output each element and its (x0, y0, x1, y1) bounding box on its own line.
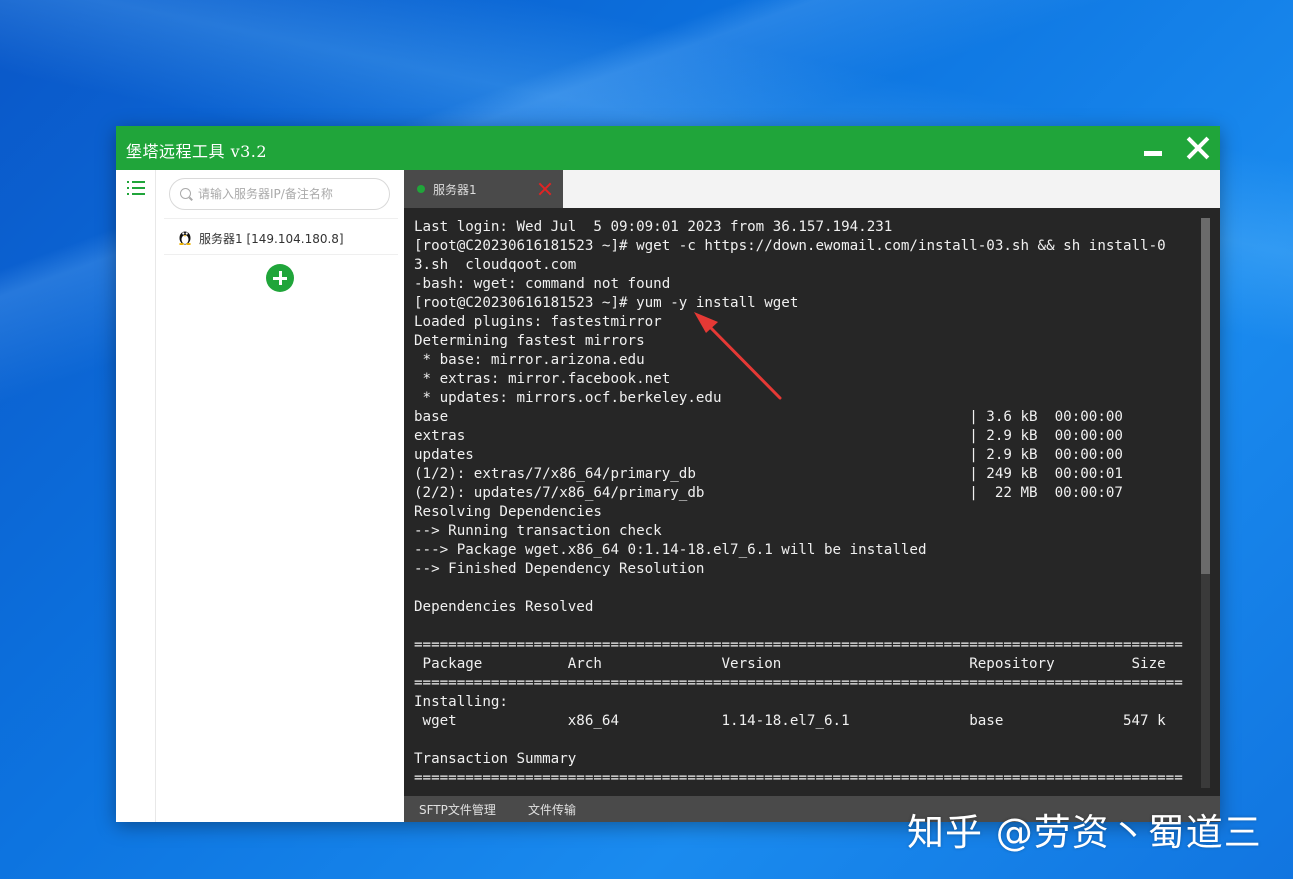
tab-close-icon[interactable] (538, 182, 552, 196)
terminal-line: (1/2): extras/7/x86_64/primary_db | 249 … (414, 465, 1194, 484)
terminal-line: * updates: mirrors.ocf.berkeley.edu (414, 389, 1194, 408)
terminal-line: base | 3.6 kB 00:00:00 (414, 408, 1194, 427)
tab-server-1[interactable]: 服务器1 (404, 170, 563, 208)
divider (164, 254, 398, 255)
left-rail (116, 170, 156, 822)
terminal-line: Loaded plugins: fastestmirror (414, 313, 1194, 332)
terminal-line: [root@C20230616181523 ~]# yum -y install… (414, 294, 1194, 313)
terminal-line: * base: mirror.arizona.edu (414, 351, 1194, 370)
connected-status-icon (417, 185, 425, 193)
terminal-line: updates | 2.9 kB 00:00:00 (414, 446, 1194, 465)
terminal-line: * extras: mirror.facebook.net (414, 370, 1194, 389)
terminal-line (414, 731, 1194, 750)
terminal-line: (2/2): updates/7/x86_64/primary_db | 22 … (414, 484, 1194, 503)
list-menu-icon[interactable] (127, 180, 145, 196)
linux-penguin-icon (178, 229, 192, 245)
watermark: 知乎 @劳资丶蜀道三 (907, 802, 1262, 856)
terminal-line: 3.sh cloudqoot.com (414, 256, 1194, 275)
terminal-line: Transaction Summary (414, 750, 1194, 769)
tab-strip: 服务器1 (404, 170, 1220, 208)
tab-label: 服务器1 (433, 181, 477, 198)
file-transfer-link[interactable]: 文件传输 (528, 801, 576, 818)
terminal-line: ========================================… (414, 769, 1194, 788)
terminal-line: Dependencies Resolved (414, 598, 1194, 617)
close-button[interactable] (1182, 132, 1214, 164)
minimize-button[interactable] (1140, 136, 1166, 162)
terminal-line: -bash: wget: command not found (414, 275, 1194, 294)
scrollbar-thumb[interactable] (1201, 218, 1210, 574)
search-icon (180, 188, 191, 199)
sftp-file-manager-link[interactable]: SFTP文件管理 (419, 801, 496, 818)
server-label: 服务器1 [149.104.180.8] (199, 230, 344, 247)
terminal-text: Last login: Wed Jul 5 09:09:01 2023 from… (414, 218, 1194, 788)
title-bar[interactable]: 堡塔远程工具 v3.2 (116, 126, 1220, 170)
terminal-line (414, 617, 1194, 636)
terminal-line: Resolving Dependencies (414, 503, 1194, 522)
divider (164, 218, 398, 219)
add-server-button[interactable] (266, 264, 294, 292)
search-input[interactable] (198, 183, 383, 205)
terminal-line: extras | 2.9 kB 00:00:00 (414, 427, 1194, 446)
terminal-line (414, 579, 1194, 598)
window-title: 堡塔远程工具 v3.2 (126, 138, 267, 162)
server-list-item[interactable]: 服务器1 [149.104.180.8] (164, 220, 398, 254)
terminal-line: [root@C20230616181523 ~]# wget -c https:… (414, 237, 1194, 256)
terminal-line: ---> Package wget.x86_64 0:1.14-18.el7_6… (414, 541, 1194, 560)
terminal-line: Installing: (414, 693, 1194, 712)
terminal-line: Determining fastest mirrors (414, 332, 1194, 351)
terminal-line: --> Running transaction check (414, 522, 1194, 541)
terminal-line: ========================================… (414, 674, 1194, 693)
server-search[interactable] (169, 178, 390, 210)
terminal-line: Last login: Wed Jul 5 09:09:01 2023 from… (414, 218, 1194, 237)
main-panel: 服务器1 Last login: Wed Jul 5 09:09:01 2023… (404, 170, 1220, 822)
terminal-line: wget x86_64 1.14-18.el7_6.1 base 547 k (414, 712, 1194, 731)
app-window: 堡塔远程工具 v3.2 服务器1 [149.104.18 (116, 126, 1220, 822)
terminal-output[interactable]: Last login: Wed Jul 5 09:09:01 2023 from… (404, 208, 1220, 796)
terminal-line: --> Finished Dependency Resolution (414, 560, 1194, 579)
terminal-scrollbar[interactable] (1201, 218, 1210, 788)
terminal-line: Package Arch Version Repository Size (414, 655, 1194, 674)
server-sidebar: 服务器1 [149.104.180.8] (156, 170, 404, 822)
terminal-line: ========================================… (414, 636, 1194, 655)
